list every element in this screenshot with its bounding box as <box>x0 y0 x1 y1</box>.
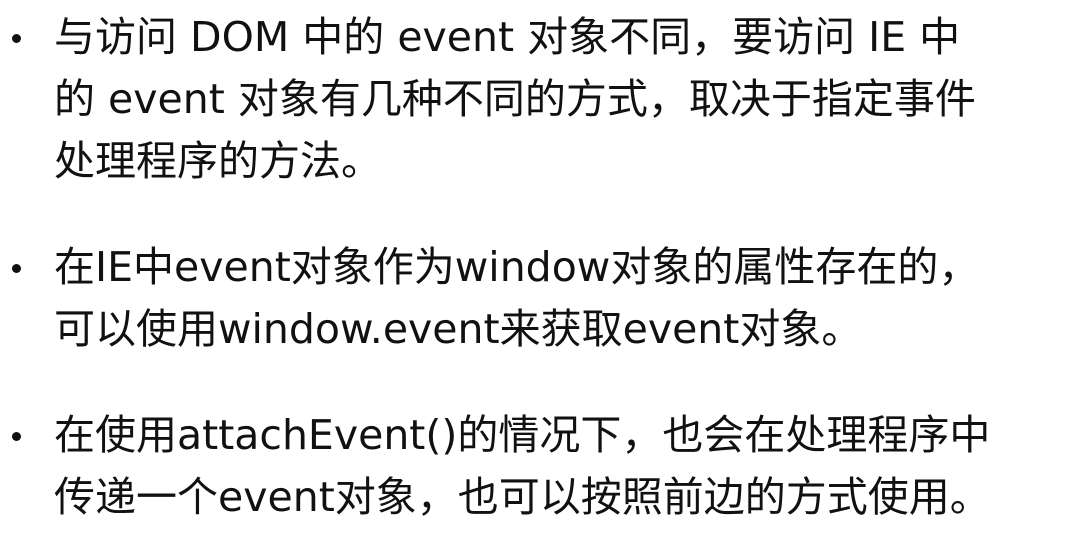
slide-content: 与访问 DOM 中的 event 对象不同，要访问 IE 中 的 event 对… <box>0 0 1086 553</box>
bullet-item-attach-event: 在使用attachEvent()的情况下，也会在处理程序中 传递一个event对… <box>0 404 1086 528</box>
bullet-text-line: 传递一个event对象，也可以按照前边的方式使用。 <box>54 473 991 521</box>
bullet-dot-icon <box>12 264 21 273</box>
bullet-item-window-event: 在IE中event对象作为window对象的属性存在的， 可以使用window.… <box>0 236 1086 360</box>
bullet-text-line: 与访问 DOM 中的 event 对象不同，要访问 IE 中 <box>54 13 961 61</box>
bullet-text-line: 在使用attachEvent()的情况下，也会在处理程序中 <box>54 411 991 459</box>
bullet-dot-icon <box>12 34 21 43</box>
bullet-text-line: 在IE中event对象作为window对象的属性存在的， <box>54 243 980 291</box>
bullet-text-line: 可以使用window.event来获取event对象。 <box>54 305 863 353</box>
bullet-item-ie-event-access: 与访问 DOM 中的 event 对象不同，要访问 IE 中 的 event 对… <box>0 6 1086 192</box>
bullet-text-line: 的 event 对象有几种不同的方式，取决于指定事件 <box>54 75 976 123</box>
bullet-text-line: 处理程序的方法。 <box>54 137 382 185</box>
bullet-dot-icon <box>12 432 21 441</box>
